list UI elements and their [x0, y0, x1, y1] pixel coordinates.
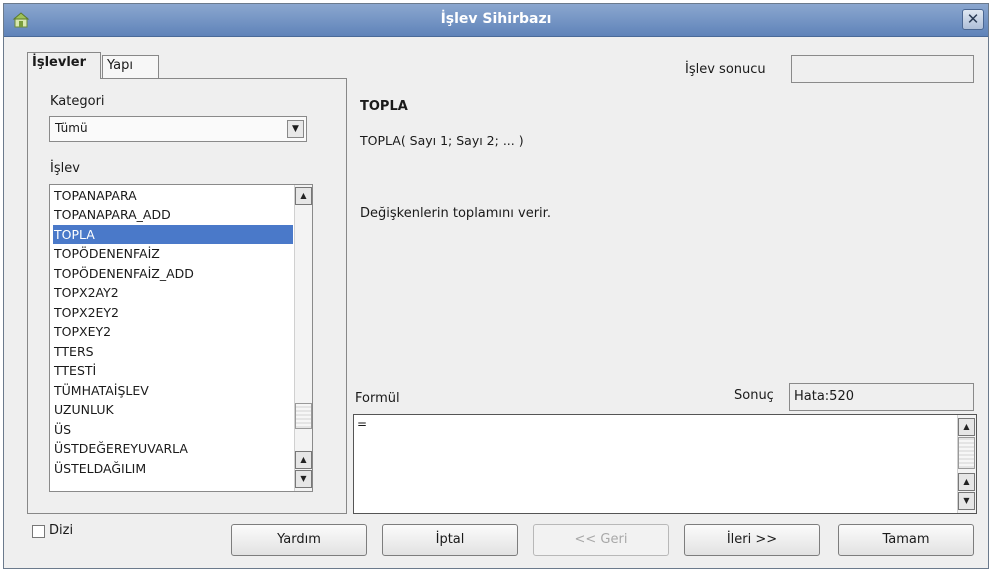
list-item[interactable]: TOPANAPARA_ADD: [53, 205, 293, 224]
list-item[interactable]: TOPXEY2: [53, 322, 293, 341]
formula-label: Formül: [355, 391, 400, 406]
tab-structure[interactable]: Yapı: [102, 55, 159, 78]
tab-functions[interactable]: İşlevler: [27, 52, 101, 79]
result-label: Sonuç: [734, 388, 774, 403]
list-item-selected[interactable]: TOPLA: [53, 225, 293, 244]
scroll-thumb[interactable]: [958, 437, 975, 469]
function-syntax: TOPLA( Sayı 1; Sayı 2; ... ): [360, 133, 524, 148]
list-item[interactable]: ÜS: [53, 420, 293, 439]
chevron-down-icon[interactable]: ▼: [287, 120, 304, 138]
back-button-label: << Geri: [574, 532, 628, 547]
close-icon: ✕: [966, 10, 980, 28]
help-button[interactable]: Yardım: [231, 524, 367, 556]
list-item[interactable]: TOPX2EY2: [53, 303, 293, 322]
scroll-thumb[interactable]: [295, 403, 312, 429]
scroll-up-icon[interactable]: ▲: [295, 187, 312, 205]
scroll-down-icon[interactable]: ▼: [295, 470, 312, 488]
list-item[interactable]: TOPANAPARA: [53, 186, 293, 205]
category-dropdown[interactable]: Tümü ▼: [49, 116, 307, 142]
close-button[interactable]: ✕: [962, 9, 984, 30]
scroll-up-icon[interactable]: ▲: [958, 418, 975, 436]
scroll-up-icon[interactable]: ▲: [295, 451, 312, 469]
function-result-label: İşlev sonucu: [685, 62, 766, 77]
tab-structure-label: Yapı: [107, 58, 133, 73]
category-label: Kategori: [50, 94, 105, 109]
category-value: Tümü: [55, 121, 88, 135]
array-label: Dizi: [49, 523, 74, 538]
function-result-field: [791, 55, 974, 83]
ok-button-label: Tamam: [882, 532, 930, 547]
formula-text: =: [357, 417, 368, 431]
next-button[interactable]: İleri >>: [684, 524, 820, 556]
cancel-button[interactable]: İptal: [382, 524, 518, 556]
list-item[interactable]: ÜSTELDAĞILIM: [53, 459, 293, 478]
tab-functions-label: İşlevler: [32, 55, 87, 70]
list-item[interactable]: TOPX2AY2: [53, 283, 293, 302]
function-listbox[interactable]: TOPANAPARA TOPANAPARA_ADD TOPLA TOPÖDENE…: [49, 184, 313, 492]
formula-textarea[interactable]: = ▲ ▲ ▼: [353, 414, 977, 514]
formula-scrollbar[interactable]: ▲ ▲ ▼: [957, 415, 976, 513]
help-button-label: Yardım: [277, 532, 321, 547]
next-button-label: İleri >>: [726, 532, 778, 547]
list-item[interactable]: TOPÖDENENFAİZ: [53, 244, 293, 263]
list-item[interactable]: TTESTİ: [53, 361, 293, 380]
ok-button[interactable]: Tamam: [838, 524, 974, 556]
list-item[interactable]: TTERS: [53, 342, 293, 361]
back-button[interactable]: << Geri: [533, 524, 669, 556]
list-item[interactable]: ÜSTDEĞEREYUVARLA: [53, 439, 293, 458]
scroll-down-icon[interactable]: ▼: [958, 492, 975, 510]
title-bar: İşlev Sihirbazı ✕: [4, 4, 988, 37]
function-list-label: İşlev: [50, 161, 80, 176]
list-item[interactable]: UZUNLUK: [53, 400, 293, 419]
array-checkbox[interactable]: [32, 525, 45, 538]
function-description: Değişkenlerin toplamını verir.: [360, 206, 551, 221]
result-field: Hata:520: [789, 383, 974, 411]
cancel-button-label: İptal: [435, 532, 465, 547]
list-item[interactable]: TOPÖDENENFAİZ_ADD: [53, 264, 293, 283]
function-list-scrollbar[interactable]: ▲ ▲ ▼: [294, 185, 312, 491]
window-title: İşlev Sihirbazı: [440, 11, 552, 27]
list-item[interactable]: TÜMHATAİŞLEV: [53, 381, 293, 400]
function-name: TOPLA: [360, 99, 408, 114]
scroll-up-icon[interactable]: ▲: [958, 473, 975, 491]
